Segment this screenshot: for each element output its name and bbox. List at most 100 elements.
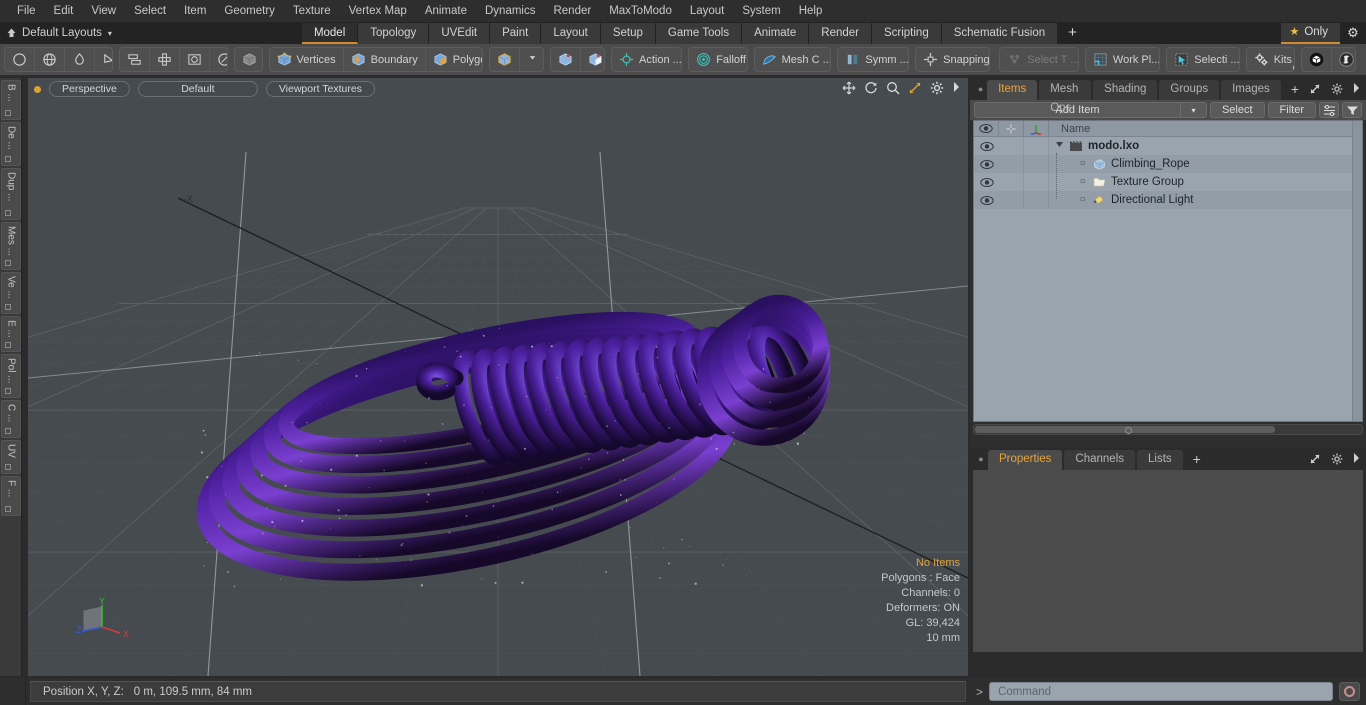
menu-item-system[interactable]: System xyxy=(733,0,789,22)
items-tree-axis-cell[interactable] xyxy=(1024,137,1049,155)
menu-item-select[interactable]: Select xyxy=(125,0,175,22)
left-tool-tab-4[interactable]: Ve ... xyxy=(1,272,21,314)
select-button[interactable]: Select xyxy=(1210,102,1265,118)
expand-triangle-icon[interactable] xyxy=(1055,140,1064,152)
gear-icon[interactable] xyxy=(1331,453,1346,468)
panel-menu-icon[interactable]: ● xyxy=(974,448,988,470)
panel-tab-items[interactable]: Items xyxy=(987,80,1037,100)
items-tree-axis-cell[interactable] xyxy=(1024,191,1049,209)
axis-icon[interactable] xyxy=(1024,121,1049,137)
menu-item-layout[interactable]: Layout xyxy=(681,0,734,22)
menu-item-item[interactable]: Item xyxy=(175,0,215,22)
toolbar-button-circle-icon[interactable] xyxy=(5,47,35,72)
left-tool-tab-8[interactable]: UV xyxy=(1,440,21,474)
panel-tab-channels[interactable]: Channels xyxy=(1064,450,1135,470)
menu-item-render[interactable]: Render xyxy=(544,0,600,22)
menu-item-maxtomodo[interactable]: MaxToModo xyxy=(600,0,681,22)
viewport-shading-selector[interactable]: Default xyxy=(138,81,258,97)
panel-tab-properties[interactable]: Properties xyxy=(988,450,1062,470)
list-options-icon[interactable] xyxy=(1319,102,1339,118)
toolbar-button-cube-orange-icon[interactable] xyxy=(490,47,520,72)
toolbar-button-falloff[interactable]: Falloff xyxy=(689,47,747,72)
chevron-down-icon[interactable]: ▾ xyxy=(1180,103,1206,117)
mode-tab-topology[interactable]: Topology xyxy=(358,23,429,44)
filter-button[interactable]: Filter xyxy=(1268,102,1316,118)
toolbar-button-polygons[interactable]: Polygons xyxy=(426,47,483,72)
left-tool-tab-5[interactable]: E ... xyxy=(1,316,21,352)
toolbar-button-cut-icon[interactable] xyxy=(95,47,113,72)
toolbar-button-symm[interactable]: Symm ... xyxy=(838,47,909,72)
only-toggle-button[interactable]: ★ Only xyxy=(1281,23,1340,44)
funnel-icon[interactable] xyxy=(1342,102,1362,118)
3d-viewport[interactable]: -X Perspective Default Viewport Textures xyxy=(28,78,968,676)
add-properties-tab-button[interactable]: + xyxy=(1185,450,1209,470)
toolbar-button-boundary[interactable]: Boundary xyxy=(344,47,426,72)
toolbar-button-center-icon[interactable] xyxy=(150,47,180,72)
menu-item-help[interactable]: Help xyxy=(790,0,832,22)
eye-icon[interactable] xyxy=(974,196,999,205)
fit-icon[interactable] xyxy=(908,81,922,95)
mode-tab-animate[interactable]: Animate xyxy=(742,23,809,44)
items-tree-list[interactable]: Name modo.lxo Climbing_Rope Texture Group D… xyxy=(973,120,1363,422)
panel-tab-lists[interactable]: Lists xyxy=(1137,450,1183,470)
left-tool-tab-0[interactable]: B ... xyxy=(1,80,21,120)
panel-tab-shading[interactable]: Shading xyxy=(1093,80,1157,100)
home-icon[interactable] xyxy=(0,22,22,44)
gear-icon[interactable]: ⚙ xyxy=(1340,25,1366,41)
toolbar-button-unreal-icon[interactable] xyxy=(1332,47,1356,72)
toolbar-button-vertices[interactable]: Vertices xyxy=(270,47,344,72)
panel-tab-groups[interactable]: Groups xyxy=(1159,80,1219,100)
toolbar-button-work-pl[interactable]: Work Pl... xyxy=(1086,47,1160,72)
chevron-right-icon[interactable] xyxy=(1353,83,1360,98)
mode-tab-uvedit[interactable]: UVEdit xyxy=(429,23,490,44)
add-panel-tab-button[interactable]: + xyxy=(1283,80,1307,100)
lock-icon[interactable] xyxy=(999,121,1024,137)
left-tool-tab-2[interactable]: Dup ... xyxy=(1,168,21,220)
toolbar-button-select-t[interactable]: Select T ... xyxy=(1000,47,1079,72)
chevron-right-icon[interactable] xyxy=(952,81,960,95)
items-tree-row[interactable]: modo.lxo xyxy=(974,137,1362,155)
panel-menu-icon[interactable]: ● xyxy=(974,78,987,100)
mode-tab-scripting[interactable]: Scripting xyxy=(872,23,942,44)
menu-item-texture[interactable]: Texture xyxy=(284,0,340,22)
mode-tab-paint[interactable]: Paint xyxy=(490,23,541,44)
items-tree-lock-cell[interactable] xyxy=(999,173,1024,191)
layout-selector[interactable]: Default Layouts ▾ xyxy=(22,27,112,39)
rotate-icon[interactable] xyxy=(864,81,878,95)
add-mode-tab-button[interactable]: + xyxy=(1058,23,1087,44)
toolbar-button-stack-icon[interactable] xyxy=(120,47,150,72)
toolbar-button-globe-icon[interactable] xyxy=(35,47,65,72)
toolbar-button-cube-blue-b-icon[interactable] xyxy=(581,47,605,72)
toolbar-button-chevron-down-icon[interactable] xyxy=(520,47,544,72)
chevron-right-icon[interactable] xyxy=(1353,453,1360,468)
toolbar-button-cube-blue-a-icon[interactable] xyxy=(551,47,581,72)
expand-icon[interactable] xyxy=(1309,83,1324,98)
left-tool-tab-9[interactable]: F ... xyxy=(1,476,21,516)
menu-item-edit[interactable]: Edit xyxy=(45,0,83,22)
toolbar-button-bound-icon[interactable] xyxy=(180,47,210,72)
panel-tab-images[interactable]: Images xyxy=(1221,80,1281,100)
panel-tab-mesh-ops[interactable]: Mesh Ops xyxy=(1039,80,1091,100)
left-tool-tab-3[interactable]: Mes ... xyxy=(1,222,21,270)
toolbar-button-selecti[interactable]: Selecti ... xyxy=(1167,47,1239,72)
menu-item-dynamics[interactable]: Dynamics xyxy=(476,0,544,22)
mode-tab-model[interactable]: Model xyxy=(302,23,358,44)
toolbar-button-kits[interactable]: Kits xyxy=(1247,47,1295,72)
add-item-button[interactable]: Add Item ▾ xyxy=(974,102,1207,118)
mode-tab-schematic-fusion[interactable]: Schematic Fusion xyxy=(942,23,1058,44)
left-tool-tab-6[interactable]: Pol ... xyxy=(1,354,21,398)
eye-icon[interactable] xyxy=(974,142,999,151)
items-tree-lock-cell[interactable] xyxy=(999,155,1024,173)
mode-tab-layout[interactable]: Layout xyxy=(541,23,601,44)
viewport-view-selector[interactable]: Perspective xyxy=(49,81,130,97)
eye-icon[interactable] xyxy=(974,160,999,169)
gear-icon[interactable] xyxy=(930,81,944,95)
mode-tab-game-tools[interactable]: Game Tools xyxy=(656,23,742,44)
move-icon[interactable] xyxy=(842,81,856,95)
toolbar-button-pen-icon[interactable] xyxy=(65,47,95,72)
menu-item-animate[interactable]: Animate xyxy=(416,0,476,22)
left-tool-tab-7[interactable]: C ... xyxy=(1,400,21,438)
menu-item-file[interactable]: File xyxy=(8,0,45,22)
toolbar-button-cube-gray-icon[interactable] xyxy=(235,47,262,72)
items-tree-axis-cell[interactable] xyxy=(1024,173,1049,191)
